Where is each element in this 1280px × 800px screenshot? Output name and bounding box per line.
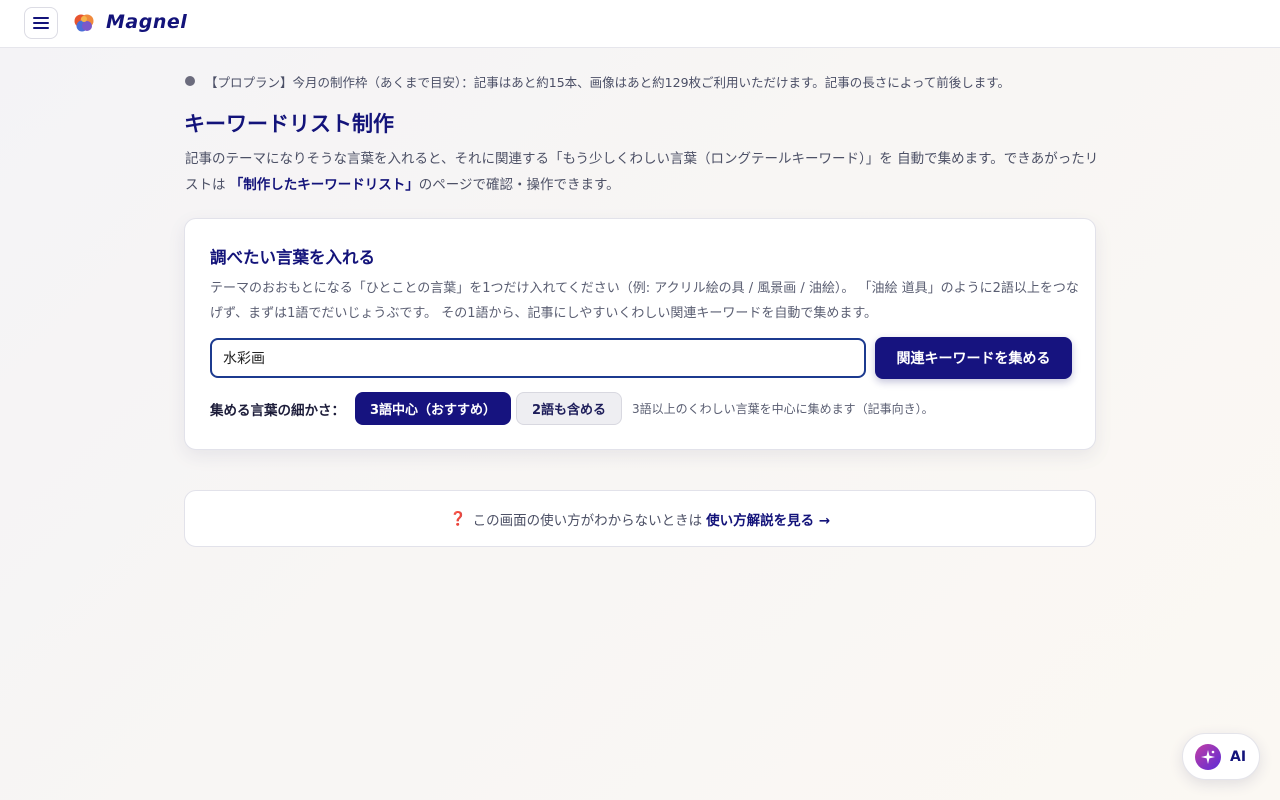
help-box: ❓ この画面の使い方がわからないときは 使い方解説を見る → xyxy=(184,490,1096,547)
page-description: 記事のテーマになりそうな言葉を入れると、それに関連する「もう少しくわしい言葉（ロ… xyxy=(185,146,1100,198)
page-title: キーワードリスト制作 xyxy=(184,112,394,136)
card-description: テーマのおおもとになる「ひとことの言葉」を1つだけ入れてください（例: アクリル… xyxy=(210,281,1079,321)
hamburger-icon xyxy=(33,17,49,29)
card-title: 調べたい言葉を入れる xyxy=(210,248,375,267)
question-icon: ❓ xyxy=(449,510,467,527)
option-three-words[interactable]: 3語中心（おすすめ） xyxy=(355,392,511,425)
plan-notice-text: 【プロプラン】今月の制作枠（あくまで目安）：記事はあと約15本、画像はあと約12… xyxy=(205,74,1011,90)
option-include-two-words[interactable]: 2語も含める xyxy=(516,392,622,425)
menu-button[interactable] xyxy=(24,7,58,39)
notice-dot-icon xyxy=(185,76,195,86)
top-bar: Magnel xyxy=(0,0,1280,48)
sparkle-icon xyxy=(1195,743,1221,770)
option-help-text: 3語以上のくわしい言葉を中心に集めます（記事向き）。 xyxy=(632,402,934,416)
collect-keywords-button[interactable]: 関連キーワードを集める xyxy=(875,337,1072,379)
brain-logo-icon xyxy=(74,14,94,32)
ai-button-label: AI xyxy=(1230,748,1247,765)
app-logo-text[interactable]: Magnel xyxy=(106,11,187,33)
help-text: この画面の使い方がわからないときは xyxy=(472,512,703,529)
plan-notice: 【プロプラン】今月の制作枠（あくまで目安）：記事はあと約15本、画像はあと約12… xyxy=(185,72,1010,90)
page-description-part2: のページで確認・操作できます。 xyxy=(418,177,620,193)
keyword-input[interactable] xyxy=(210,338,866,378)
granularity-label: 集める言葉の細かさ： xyxy=(210,403,345,419)
keyword-list-link[interactable]: 「制作したキーワードリスト」 xyxy=(230,177,419,193)
keyword-input-card: 調べたい言葉を入れる テーマのおおもとになる「ひとことの言葉」を1つだけ入れてく… xyxy=(184,218,1096,450)
ai-assistant-button[interactable]: AI xyxy=(1182,733,1260,780)
help-guide-link[interactable]: 使い方解説を見る → xyxy=(706,509,830,529)
